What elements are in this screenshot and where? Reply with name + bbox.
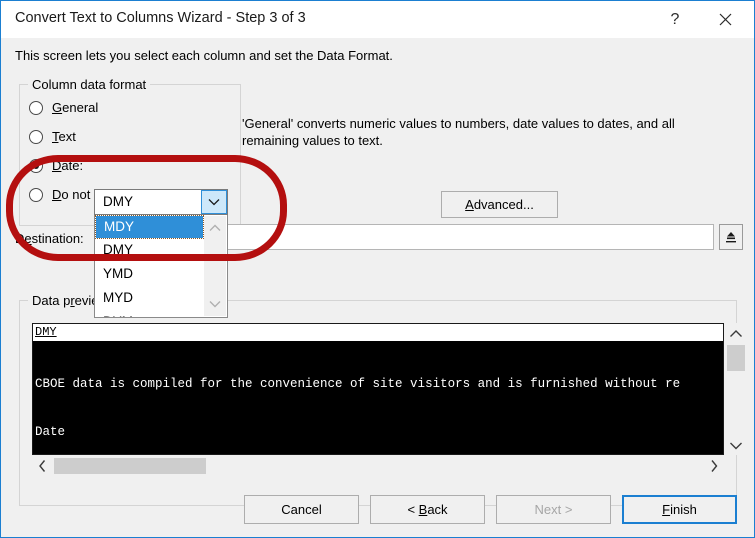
- window-title: Convert Text to Columns Wizard - Step 3 …: [15, 10, 306, 26]
- date-format-combobox[interactable]: DMY: [94, 189, 228, 215]
- scroll-right-icon[interactable]: [704, 456, 724, 476]
- date-format-dropdown-list[interactable]: MDY DMY YMD MYD DYM YDM: [94, 214, 228, 318]
- dialog-body: This screen lets you select each column …: [1, 38, 754, 537]
- finish-button-label: Finish: [662, 502, 697, 517]
- radio-general-label: General: [52, 100, 99, 115]
- column-data-format-title: Column data format: [28, 77, 151, 92]
- preview-column-header-label: DMY: [35, 325, 57, 339]
- scroll-down-icon[interactable]: [725, 435, 747, 455]
- format-description: 'General' converts numeric values to num…: [242, 116, 675, 148]
- chevron-down-icon[interactable]: [201, 190, 227, 214]
- preview-row: CBOE data is compiled for the convenienc…: [35, 377, 681, 391]
- preview-vertical-scrollbar[interactable]: [725, 323, 747, 455]
- radio-do-not-import-indicator: [29, 187, 43, 202]
- scroll-down-icon[interactable]: [204, 294, 226, 314]
- scroll-up-icon[interactable]: [204, 218, 226, 238]
- radio-date-label: Date:: [52, 158, 84, 173]
- advanced-button-label: Advanced...: [465, 197, 534, 212]
- intro-text: This screen lets you select each column …: [15, 48, 393, 63]
- back-button-label: < Back: [407, 502, 448, 517]
- collapse-dialog-icon[interactable]: [719, 224, 743, 250]
- cancel-button-label: Cancel: [281, 502, 322, 517]
- dropdown-scrollbar[interactable]: [204, 216, 226, 316]
- cancel-button[interactable]: Cancel: [244, 495, 359, 524]
- advanced-button[interactable]: Advanced...: [441, 191, 558, 218]
- convert-text-to-columns-dialog: Convert Text to Columns Wizard - Step 3 …: [0, 0, 755, 538]
- data-preview-pane[interactable]: DMY CBOE data is compiled for the conven…: [32, 323, 724, 455]
- help-icon[interactable]: ?: [652, 1, 698, 38]
- title-bar: Convert Text to Columns Wizard - Step 3 …: [1, 1, 754, 38]
- preview-row: Date: [35, 425, 66, 439]
- dropdown-option-mdy[interactable]: MDY: [95, 215, 204, 239]
- finish-button[interactable]: Finish: [622, 495, 737, 524]
- data-preview-group: Data preview DMY CBOE data is compiled f…: [19, 293, 747, 506]
- preview-horizontal-scroll-thumb[interactable]: [54, 458, 206, 474]
- radio-text-indicator: [29, 129, 43, 144]
- preview-horizontal-scrollbar[interactable]: [32, 456, 724, 476]
- preview-vertical-scroll-thumb[interactable]: [727, 345, 745, 371]
- scroll-left-icon[interactable]: [32, 456, 52, 476]
- radio-general[interactable]: General: [29, 100, 98, 115]
- radio-date[interactable]: Date:: [29, 158, 83, 173]
- destination-label: Destination:: [15, 231, 84, 246]
- radio-general-indicator: [29, 100, 43, 115]
- back-button[interactable]: < Back: [370, 495, 485, 524]
- scroll-up-icon[interactable]: [725, 323, 747, 343]
- radio-date-indicator: [29, 158, 43, 173]
- radio-text-label: Text: [52, 129, 76, 144]
- radio-do-not-import[interactable]: Do not i: [29, 187, 97, 202]
- close-icon[interactable]: [702, 1, 748, 38]
- date-format-value: DMY: [103, 194, 133, 209]
- next-button-label: Next >: [534, 502, 573, 517]
- preview-column-header[interactable]: DMY: [33, 324, 723, 342]
- radio-text[interactable]: Text: [29, 129, 76, 144]
- next-button: Next >: [496, 495, 611, 524]
- radio-do-not-import-label: Do not i: [52, 187, 97, 202]
- preview-rows: CBOE data is compiled for the convenienc…: [33, 343, 723, 454]
